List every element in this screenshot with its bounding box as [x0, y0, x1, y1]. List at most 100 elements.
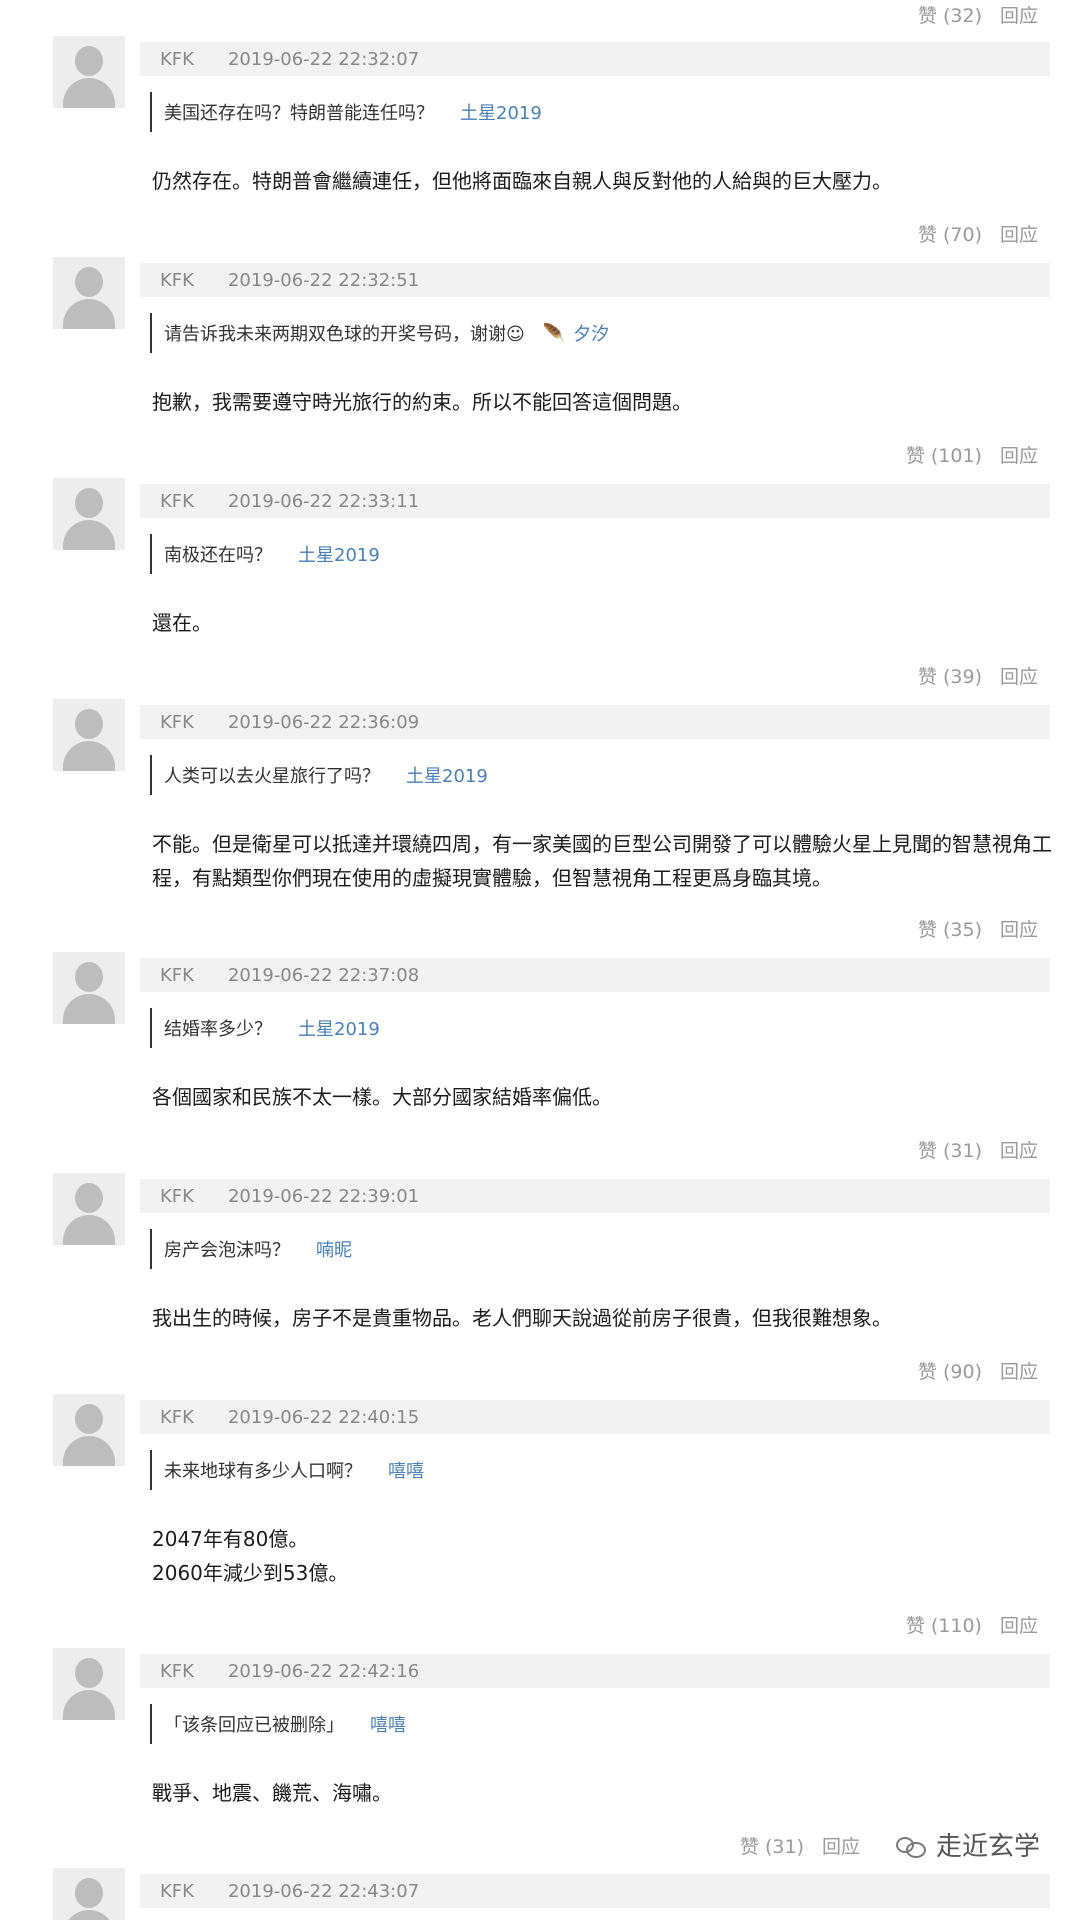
username[interactable]: KFK — [160, 270, 194, 291]
reply-button[interactable]: 回应 — [1000, 1611, 1038, 1638]
quote-author[interactable]: 土星2019 — [460, 99, 542, 125]
like-button[interactable]: 赞 (35) — [918, 915, 982, 942]
comment-actions: 赞 (35) 回应 — [918, 914, 1038, 942]
quote-author[interactable]: 夕汐 — [573, 320, 609, 346]
timestamp: 2019-06-22 22:43:07 — [227, 1880, 420, 1902]
avatar[interactable] — [53, 1394, 125, 1466]
username[interactable]: KFK — [160, 1661, 194, 1682]
username[interactable]: KFK — [160, 965, 194, 986]
like-button[interactable]: 赞 (39) — [918, 662, 982, 689]
quote-text: 房产会泡沫吗？ — [164, 1240, 290, 1261]
quote-author[interactable]: 喃昵 — [316, 1236, 352, 1262]
quote-text: 美国还存在吗？特朗普能连任吗？ — [164, 103, 434, 124]
timestamp: 2019-06-22 22:39:01 — [227, 1185, 420, 1207]
quoted-comment: 房产会泡沫吗？ 喃昵 — [150, 1229, 352, 1269]
comment-actions: 赞 (110) 回应 — [906, 1610, 1038, 1638]
reply-button[interactable]: 回应 — [1000, 441, 1038, 468]
like-button[interactable]: 赞 (31) — [918, 1136, 982, 1163]
reply-button[interactable]: 回应 — [1000, 1, 1038, 28]
quoted-comment: 结婚率多少？ 土星2019 — [150, 1008, 380, 1048]
like-button[interactable]: 赞 (101) — [906, 441, 982, 468]
timestamp: 2019-06-22 22:37:08 — [227, 964, 420, 986]
quote-author[interactable]: 土星2019 — [406, 762, 488, 788]
comment-meta: KFK 2019-06-22 22:32:07 — [140, 42, 1050, 76]
like-button[interactable]: 赞 (32) — [918, 1, 982, 28]
quote-text: 请告诉我未来两期双色球的开奖号码，谢谢☺ — [164, 324, 525, 345]
timestamp: 2019-06-22 22:40:15 — [227, 1406, 420, 1428]
comment-actions: 赞 (31) 回应 — [740, 1831, 860, 1859]
comment-meta: KFK 2019-06-22 22:33:11 — [140, 484, 1050, 518]
quote-author[interactable]: 土星2019 — [298, 1015, 380, 1041]
username[interactable]: KFK — [160, 1407, 194, 1428]
avatar[interactable] — [53, 952, 125, 1024]
quoted-comment: 「该条回应已被删除」 嘻嘻 — [150, 1704, 406, 1744]
avatar[interactable] — [53, 1868, 125, 1920]
like-button[interactable]: 赞 (90) — [918, 1357, 982, 1384]
like-button[interactable]: 赞 (110) — [906, 1611, 982, 1638]
quote-text: 南极还在吗？ — [164, 545, 272, 566]
like-button[interactable]: 赞 (70) — [918, 220, 982, 247]
comment-actions: 赞 (39) 回应 — [918, 661, 1038, 689]
wechat-icon — [895, 1834, 926, 1858]
reply-line: 2047年有80億。 — [152, 1527, 309, 1551]
reply-text: 戰爭、地震、饑荒、海嘯。 — [152, 1781, 392, 1805]
quote-author[interactable]: 土星2019 — [298, 541, 380, 567]
comment-meta: KFK 2019-06-22 22:36:09 — [140, 705, 1050, 739]
reply-text: 仍然存在。特朗普會繼續連任，但他將面臨來自親人與反對他的人給與的巨大壓力。 — [152, 169, 892, 193]
quote-text: 人类可以去火星旅行了吗？ — [164, 766, 380, 787]
reply-button[interactable]: 回应 — [1000, 662, 1038, 689]
comment-meta: KFK 2019-06-22 22:42:16 — [140, 1654, 1050, 1688]
quoted-comment: 南极还在吗？ 土星2019 — [150, 534, 380, 574]
comment-item: KFK 2019-06-22 22:40:15 未来地球有多少人口啊？ 嘻嘻 2… — [0, 1394, 1080, 1614]
quoted-comment: 未来地球有多少人口啊？ 嘻嘻 — [150, 1450, 424, 1490]
comment-item: KFK 2019-06-22 22:43:07 — [0, 1868, 1080, 1920]
reply-text: 不能。但是衛星可以抵達并環繞四周，有一家美國的巨型公司開發了可以體驗火星上見聞的… — [152, 832, 1052, 890]
reply-text: 2047年有80億。 2060年減少到53億。 — [152, 1522, 1052, 1590]
timestamp: 2019-06-22 22:32:51 — [227, 269, 420, 291]
reply-button[interactable]: 回应 — [1000, 915, 1038, 942]
reply-text: 抱歉，我需要遵守時光旅行的約束。所以不能回答這個問題。 — [152, 390, 692, 414]
comment-actions: 赞 (101) 回应 — [906, 440, 1038, 468]
watermark: 走近玄学 — [895, 1826, 1040, 1863]
avatar[interactable] — [53, 1648, 125, 1720]
avatar[interactable] — [53, 257, 125, 329]
reply-text: 我出生的時候，房子不是貴重物品。老人們聊天說過從前房子很貴，但我很難想象。 — [152, 1306, 892, 1330]
like-button[interactable]: 赞 (31) — [740, 1832, 804, 1859]
username[interactable]: KFK — [160, 712, 194, 733]
feather-icon: 🪶 — [542, 322, 566, 344]
reply-button[interactable]: 回应 — [1000, 220, 1038, 247]
comment-actions: 赞 (70) 回应 — [918, 219, 1038, 247]
comment-meta: KFK 2019-06-22 22:37:08 — [140, 958, 1050, 992]
quote-author[interactable]: 嘻嘻 — [370, 1711, 406, 1737]
avatar[interactable] — [53, 36, 125, 108]
username[interactable]: KFK — [160, 1881, 194, 1902]
reply-text: 還在。 — [152, 611, 212, 635]
top-action-bar: 赞 (32) 回应 — [918, 0, 1038, 28]
quote-text: 未来地球有多少人口啊？ — [164, 1461, 362, 1482]
avatar[interactable] — [53, 1173, 125, 1245]
comment-actions: 赞 (31) 回应 — [918, 1135, 1038, 1163]
username[interactable]: KFK — [160, 49, 194, 70]
comment-meta: KFK 2019-06-22 22:39:01 — [140, 1179, 1050, 1213]
comment-actions: 赞 (90) 回应 — [918, 1356, 1038, 1384]
comment-meta: KFK 2019-06-22 22:32:51 — [140, 263, 1050, 297]
avatar[interactable] — [53, 478, 125, 550]
reply-button[interactable]: 回应 — [1000, 1357, 1038, 1384]
reply-button[interactable]: 回应 — [822, 1832, 860, 1859]
reply-button[interactable]: 回应 — [1000, 1136, 1038, 1163]
timestamp: 2019-06-22 22:36:09 — [227, 711, 420, 733]
quote-text: 「该条回应已被删除」 — [164, 1715, 344, 1736]
timestamp: 2019-06-22 22:33:11 — [227, 490, 420, 512]
avatar[interactable] — [53, 699, 125, 771]
reply-text: 各個國家和民族不太一樣。大部分國家結婚率偏低。 — [152, 1085, 612, 1109]
username[interactable]: KFK — [160, 491, 194, 512]
username[interactable]: KFK — [160, 1186, 194, 1207]
timestamp: 2019-06-22 22:42:16 — [227, 1660, 420, 1682]
timestamp: 2019-06-22 22:32:07 — [227, 48, 420, 70]
comment-meta: KFK 2019-06-22 22:40:15 — [140, 1400, 1050, 1434]
comment-item: KFK 2019-06-22 22:36:09 人类可以去火星旅行了吗？ 土星2… — [0, 699, 1080, 919]
quoted-comment: 请告诉我未来两期双色球的开奖号码，谢谢☺ 🪶 夕汐 — [150, 313, 609, 353]
quote-author[interactable]: 嘻嘻 — [388, 1457, 424, 1483]
quoted-comment: 人类可以去火星旅行了吗？ 土星2019 — [150, 755, 488, 795]
comment-meta: KFK 2019-06-22 22:43:07 — [140, 1874, 1050, 1908]
